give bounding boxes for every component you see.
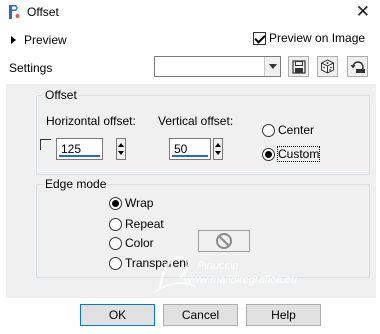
offset-custom-label: Custom: [276, 146, 321, 162]
reset-icon: [350, 60, 365, 73]
offset-center-option[interactable]: Center: [262, 123, 314, 137]
offset-custom-option[interactable]: Custom: [262, 146, 321, 162]
close-icon[interactable]: ✕: [356, 2, 370, 22]
save-icon: [291, 59, 306, 74]
offset-group: Offset Horizontal offset: Vertical offse…: [36, 88, 370, 175]
vertical-offset-label: Vertical offset:: [158, 114, 234, 128]
radio-button[interactable]: [109, 236, 122, 250]
up-arrow-icon[interactable]: [118, 143, 124, 147]
down-arrow-icon[interactable]: [118, 151, 124, 155]
horizontal-offset-value: 125: [61, 142, 82, 156]
radio-button[interactable]: [109, 196, 122, 210]
checkbox-box[interactable]: [253, 31, 266, 45]
offset-group-title: Offset: [43, 88, 79, 102]
input-underline: [172, 155, 208, 157]
edge-mode-group-title: Edge mode: [43, 177, 109, 191]
save-preset-button[interactable]: [288, 56, 309, 77]
horizontal-offset-label: Horizontal offset:: [46, 114, 136, 128]
reset-button[interactable]: [347, 56, 368, 77]
horizontal-offset-stepper[interactable]: [116, 138, 126, 160]
edge-repeat-label: Repeat: [125, 217, 164, 231]
settings-dropdown[interactable]: [154, 56, 281, 77]
paintshop-icon: [9, 5, 20, 19]
randomize-button[interactable]: [317, 56, 338, 77]
title-bar: Offset ✕: [0, 0, 380, 25]
watermark: Pinuccia www.maildiregrafica.eu: [140, 248, 380, 298]
radio-button[interactable]: [262, 147, 275, 161]
down-arrow-icon[interactable]: [215, 151, 221, 155]
settings-label: Settings: [9, 61, 53, 75]
offset-center-label: Center: [278, 123, 315, 137]
input-underline: [59, 155, 100, 157]
link-offsets-checkbox[interactable]: [40, 139, 51, 150]
edge-wrap-option[interactable]: Wrap: [109, 196, 153, 210]
vertical-offset-stepper[interactable]: [213, 138, 223, 160]
vertical-offset-value: 50: [174, 142, 188, 156]
radio-button[interactable]: [109, 217, 122, 231]
horizontal-offset-input[interactable]: 125: [56, 138, 103, 160]
edge-repeat-option[interactable]: Repeat: [109, 217, 164, 231]
chevron-down-icon[interactable]: [264, 57, 280, 76]
window-title: Offset: [27, 5, 59, 19]
ok-button[interactable]: OK: [80, 304, 155, 326]
dice-icon: [321, 59, 334, 74]
preview-toggle[interactable]: Preview: [11, 32, 67, 48]
preview-on-image-label: Preview on Image: [269, 31, 366, 45]
watermark-logo-icon: [154, 255, 196, 293]
up-arrow-icon[interactable]: [215, 143, 221, 147]
cancel-button[interactable]: Cancel: [163, 304, 238, 326]
preview-label: Preview: [24, 33, 67, 47]
watermark-line2: www.maildiregrafica.eu: [184, 274, 298, 286]
vertical-offset-input[interactable]: 50: [169, 138, 211, 160]
radio-button[interactable]: [262, 123, 275, 137]
help-button[interactable]: Help: [246, 304, 321, 326]
watermark-line1: Pinuccia: [197, 260, 239, 272]
radio-button[interactable]: [109, 256, 122, 270]
expand-triangle-icon: [11, 36, 16, 44]
preview-on-image-checkbox[interactable]: Preview on Image: [253, 31, 365, 45]
edge-wrap-label: Wrap: [125, 196, 154, 210]
